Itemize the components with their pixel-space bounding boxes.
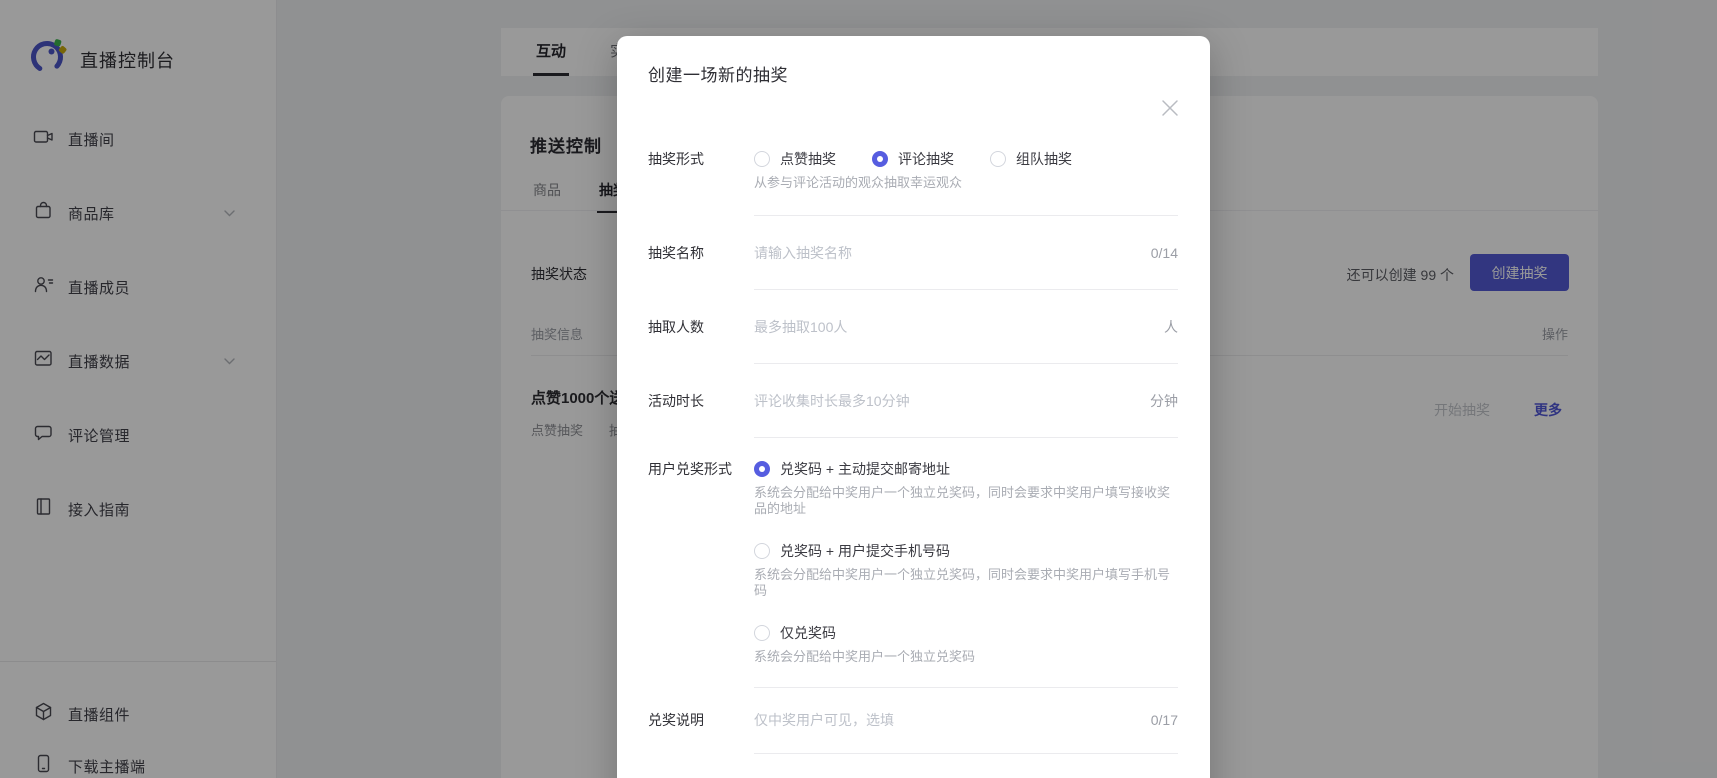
radio-icon[interactable] [754,543,770,559]
unit-suffix: 分钟 [1150,391,1178,411]
radio-label: 评论抽奖 [898,149,954,169]
field-lottery-type: 抽奖形式 点赞抽奖 评论抽奖 组队抽奖 从参与评论活动的观众抽取幸运观众 [648,149,1178,216]
radio-icon[interactable] [754,151,770,167]
redeem-option-code-only: 仅兑奖码 系统会分配给中奖用户一个独立兑奖码 [754,623,1178,665]
field-label: 抽取人数 [648,290,754,364]
redeem-option-phone: 兑奖码 + 用户提交手机号码 系统会分配给中奖用户一个独立兑奖码，同时会要求中奖… [754,541,1178,599]
lottery-name-input[interactable] [754,243,1139,263]
field-label: 兑奖说明 [648,688,754,754]
field-help-text: 系统会分配给中奖用户一个独立兑奖码，同时会要求中奖用户填写手机号码 [754,567,1178,599]
field-help-text: 系统会分配给中奖用户一个独立兑奖码，同时会要求中奖用户填写接收奖品的地址 [754,485,1178,517]
unit-suffix: 人 [1164,317,1178,337]
radio-icon[interactable] [754,625,770,641]
radio-label: 兑奖码 + 用户提交手机号码 [780,541,950,561]
field-label: 抽奖名称 [648,216,754,290]
modal-title: 创建一场新的抽奖 [648,64,1178,88]
radio-code-plus-address[interactable]: 兑奖码 + 主动提交邮寄地址 [754,459,1178,479]
char-counter: 0/17 [1151,712,1178,728]
radio-label: 仅兑奖码 [780,623,836,643]
char-counter: 0/14 [1151,245,1178,261]
radio-label: 点赞抽奖 [780,149,836,169]
field-help-text: 从参与评论活动的观众抽取幸运观众 [754,175,1178,191]
duration-input[interactable] [754,391,1138,411]
radio-like-lottery[interactable]: 点赞抽奖 [754,149,836,169]
radio-label: 组队抽奖 [1016,149,1072,169]
field-label: 备注 [648,754,754,778]
radio-icon[interactable] [990,151,1006,167]
radio-code-plus-phone[interactable]: 兑奖码 + 用户提交手机号码 [754,541,1178,561]
field-label: 活动时长 [648,364,754,438]
field-label: 用户兑奖形式 [648,438,754,688]
field-winner-count: 抽取人数 人 [648,290,1178,364]
field-redeem-instructions: 兑奖说明 0/17 [648,688,1178,754]
radio-team-lottery[interactable]: 组队抽奖 [990,149,1072,169]
create-lottery-modal: 创建一场新的抽奖 抽奖形式 点赞抽奖 评论抽奖 组队抽奖 从参与评论活动 [617,36,1210,778]
redeem-instructions-input[interactable] [754,710,1139,730]
radio-code-only[interactable]: 仅兑奖码 [754,623,1178,643]
radio-label: 兑奖码 + 主动提交邮寄地址 [780,459,950,479]
radio-selected-icon[interactable] [754,461,770,477]
close-icon[interactable] [1160,98,1180,118]
field-lottery-name: 抽奖名称 0/14 [648,216,1178,290]
redeem-option-address: 兑奖码 + 主动提交邮寄地址 系统会分配给中奖用户一个独立兑奖码，同时会要求中奖… [754,459,1178,517]
lottery-type-radio-group: 点赞抽奖 评论抽奖 组队抽奖 [754,149,1178,169]
radio-comment-lottery[interactable]: 评论抽奖 [872,149,954,169]
field-label: 抽奖形式 [648,149,754,216]
radio-selected-icon[interactable] [872,151,888,167]
winner-count-input[interactable] [754,317,1152,337]
field-redeem-type: 用户兑奖形式 兑奖码 + 主动提交邮寄地址 系统会分配给中奖用户一个独立兑奖码，… [648,438,1178,688]
field-duration: 活动时长 分钟 [648,364,1178,438]
field-help-text: 系统会分配给中奖用户一个独立兑奖码 [754,649,1178,665]
field-note: 备注 0/32 [648,754,1178,778]
